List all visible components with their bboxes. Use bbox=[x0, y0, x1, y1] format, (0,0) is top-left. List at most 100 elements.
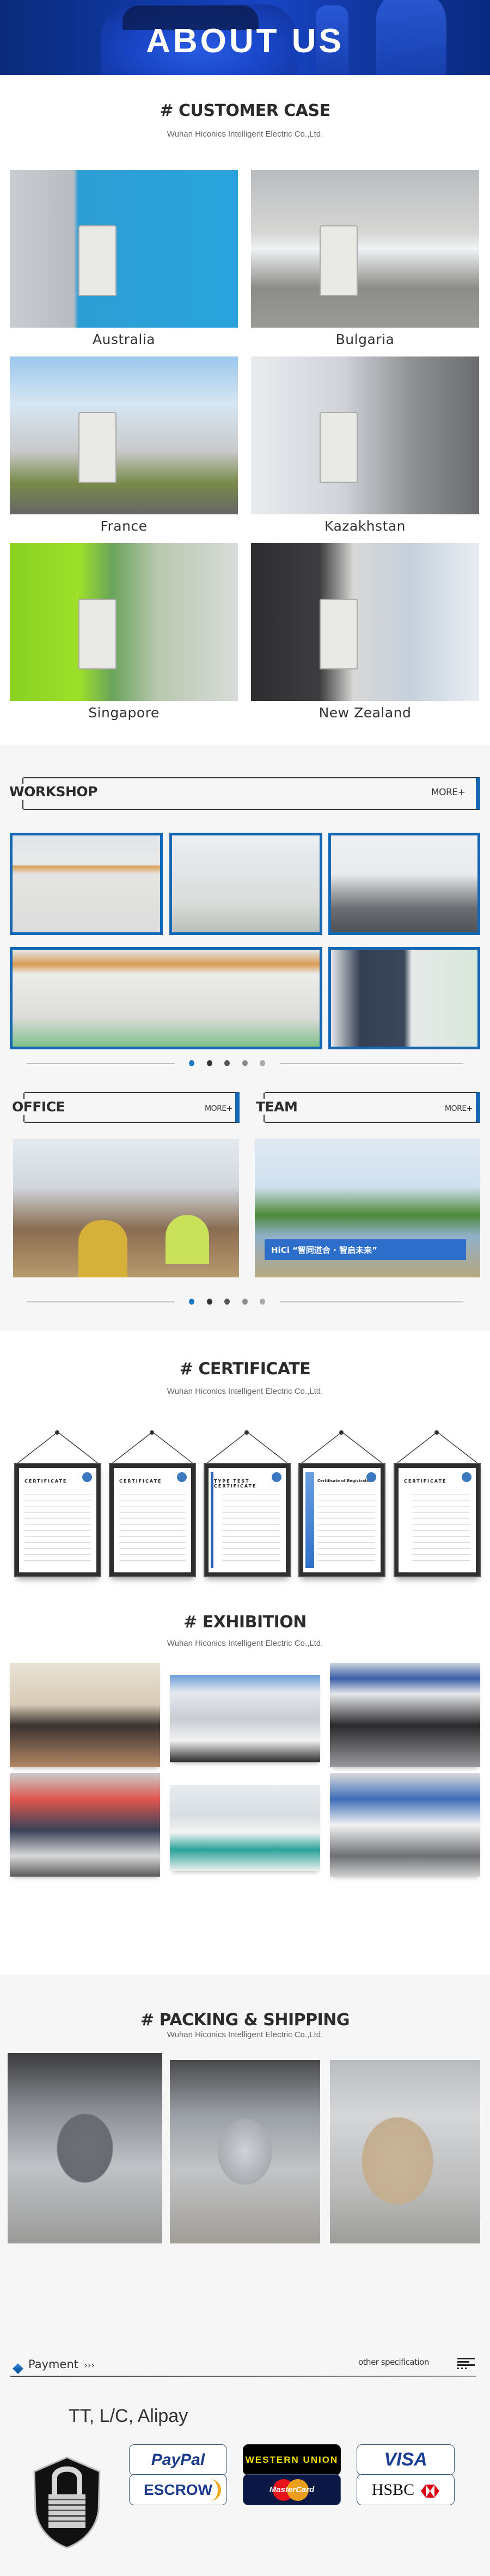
certificate-subtitle: Wuhan Hiconics Intelligent Electric Co.,… bbox=[167, 1387, 323, 1396]
certification-badge-icon bbox=[366, 1472, 376, 1482]
carousel-line-right bbox=[280, 1301, 463, 1302]
certificate-frame[interactable]: CERTIFICATE bbox=[394, 1430, 481, 1577]
packing-photo[interactable] bbox=[170, 2060, 320, 2243]
banner-title: ABOUT US bbox=[146, 22, 344, 60]
certificate-text-lines bbox=[223, 1492, 280, 1566]
exhibition-photo[interactable] bbox=[170, 1785, 320, 1871]
nail-icon bbox=[150, 1430, 154, 1435]
exhibition-photo[interactable] bbox=[10, 1773, 160, 1877]
certificate-paper: CERTIFICATE bbox=[399, 1468, 476, 1572]
customer-case-label: New Zealand bbox=[318, 705, 412, 721]
payment-title: Payment ››› bbox=[28, 2358, 95, 2371]
exhibition-subtitle: Wuhan Hiconics Intelligent Electric Co.,… bbox=[167, 1639, 323, 1648]
carousel-dot[interactable] bbox=[224, 1060, 230, 1066]
other-specification-link[interactable]: other specification bbox=[358, 2357, 429, 2367]
certification-badge-icon bbox=[82, 1472, 92, 1482]
frame: CERTIFICATE bbox=[394, 1463, 481, 1577]
certificate-paper: CERTIFICATE bbox=[114, 1468, 191, 1572]
exhibition-photo[interactable] bbox=[330, 1663, 480, 1767]
workshop-photo[interactable] bbox=[10, 947, 322, 1049]
menu-lines-icon[interactable] bbox=[457, 2357, 475, 2369]
payment-title-text: Payment bbox=[28, 2358, 78, 2371]
payment-logo-label: VISA bbox=[384, 2449, 427, 2470]
exhibition-photo[interactable] bbox=[170, 1675, 320, 1762]
hsbc-hexagon-icon bbox=[421, 2483, 440, 2498]
exhibition-photo[interactable] bbox=[330, 1773, 480, 1877]
carousel-dot[interactable] bbox=[224, 1299, 230, 1305]
workshop-photo[interactable] bbox=[169, 833, 322, 935]
packing-subtitle: Wuhan Hiconics Intelligent Electric Co.,… bbox=[167, 2030, 323, 2039]
hanging-string bbox=[111, 1431, 194, 1464]
charger-figure bbox=[78, 225, 117, 296]
workshop-photo[interactable] bbox=[328, 947, 480, 1049]
customer-case-photo[interactable] bbox=[10, 356, 238, 514]
carousel-line-left bbox=[27, 1063, 175, 1064]
packing-photo[interactable] bbox=[8, 2053, 162, 2243]
frame: CERTIFICATE bbox=[109, 1463, 196, 1577]
hanging-string bbox=[16, 1431, 100, 1464]
certificate-frame[interactable]: Certificate of Registration bbox=[298, 1430, 385, 1577]
person-figure bbox=[78, 1220, 127, 1277]
customer-case-photo[interactable] bbox=[10, 170, 238, 328]
workshop-photo[interactable] bbox=[328, 833, 480, 935]
team-banner: HiCi “智同道合 · 智启未来” bbox=[265, 1239, 466, 1260]
hanging-string bbox=[300, 1431, 384, 1464]
carousel-dot[interactable] bbox=[260, 1299, 265, 1305]
certificate-text-lines bbox=[119, 1492, 186, 1566]
payment-divider bbox=[10, 2376, 476, 2377]
carousel-dot[interactable] bbox=[206, 1299, 212, 1305]
certificate-heading: CERTIFICATE bbox=[119, 1479, 162, 1484]
certificate-paper: TYPE TEST CERTIFICATE bbox=[209, 1468, 286, 1572]
exhibition-photo[interactable] bbox=[10, 1663, 160, 1767]
certification-badge-icon bbox=[272, 1472, 281, 1482]
certificate-frame[interactable]: CERTIFICATE bbox=[109, 1430, 196, 1577]
payment-logo-paypal: PayPal bbox=[129, 2444, 227, 2475]
certificate-frame[interactable]: TYPE TEST CERTIFICATE bbox=[204, 1430, 291, 1577]
certificate-heading: TYPE TEST CERTIFICATE bbox=[214, 1479, 257, 1489]
payment-logo-label: HSBC bbox=[371, 2480, 415, 2499]
exhibition-title: # EXHIBITION bbox=[183, 1613, 307, 1632]
charger-figure bbox=[78, 411, 117, 483]
nail-icon bbox=[55, 1430, 59, 1435]
office-photo[interactable] bbox=[13, 1139, 239, 1277]
charger-figure bbox=[319, 598, 358, 669]
frame: TYPE TEST CERTIFICATE bbox=[204, 1463, 291, 1577]
certificate-frame[interactable]: CERTIFICATE bbox=[14, 1430, 101, 1577]
certification-badge-icon bbox=[462, 1472, 471, 1482]
carousel-dot[interactable] bbox=[242, 1299, 248, 1305]
office-more-link[interactable]: MORE+ bbox=[205, 1104, 232, 1113]
payment-logo-label: WESTERN UNION bbox=[245, 2454, 339, 2465]
packing-photo[interactable] bbox=[330, 2060, 480, 2243]
customer-case-photo[interactable] bbox=[251, 356, 479, 514]
blue-border bbox=[211, 1472, 213, 1568]
carousel-dot[interactable] bbox=[242, 1060, 248, 1066]
certificate-text-lines bbox=[317, 1492, 375, 1566]
payment-logo-escrow: ESCROW bbox=[129, 2474, 227, 2505]
nail-icon bbox=[434, 1430, 439, 1435]
customer-case-photo[interactable] bbox=[251, 170, 479, 328]
team-more-link[interactable]: MORE+ bbox=[445, 1104, 473, 1113]
workshop-photo[interactable] bbox=[10, 833, 163, 935]
payment-logo-hsbc: HSBC bbox=[357, 2474, 455, 2505]
customer-case-photo[interactable] bbox=[251, 543, 479, 701]
blue-border bbox=[305, 1472, 314, 1568]
team-title: TEAM bbox=[256, 1099, 300, 1115]
charger-figure bbox=[319, 411, 358, 483]
carousel-dot[interactable] bbox=[260, 1060, 265, 1066]
team-photo[interactable]: HiCi “智同道合 · 智启未来” bbox=[255, 1139, 480, 1277]
carousel-dot[interactable] bbox=[206, 1060, 212, 1066]
nail-icon bbox=[244, 1430, 249, 1435]
certificate-text-lines bbox=[24, 1492, 91, 1566]
workshop-title: WORKSHOP bbox=[9, 784, 100, 800]
carousel-dot-active[interactable] bbox=[189, 1299, 194, 1305]
customer-case-label: Kazakhstan bbox=[324, 518, 406, 534]
hanging-string bbox=[205, 1431, 289, 1464]
certificate-text-lines bbox=[413, 1492, 470, 1566]
payment-logo-western-union: WESTERN UNION bbox=[243, 2444, 341, 2475]
certificate-heading: CERTIFICATE bbox=[24, 1479, 68, 1484]
customer-case-photo[interactable] bbox=[10, 543, 238, 701]
customer-case-label: Singapore bbox=[88, 705, 160, 721]
workshop-more-link[interactable]: MORE+ bbox=[431, 787, 465, 798]
customer-case-subtitle: Wuhan Hiconics Intelligent Electric Co.,… bbox=[167, 130, 323, 139]
carousel-dot-active[interactable] bbox=[189, 1060, 194, 1066]
